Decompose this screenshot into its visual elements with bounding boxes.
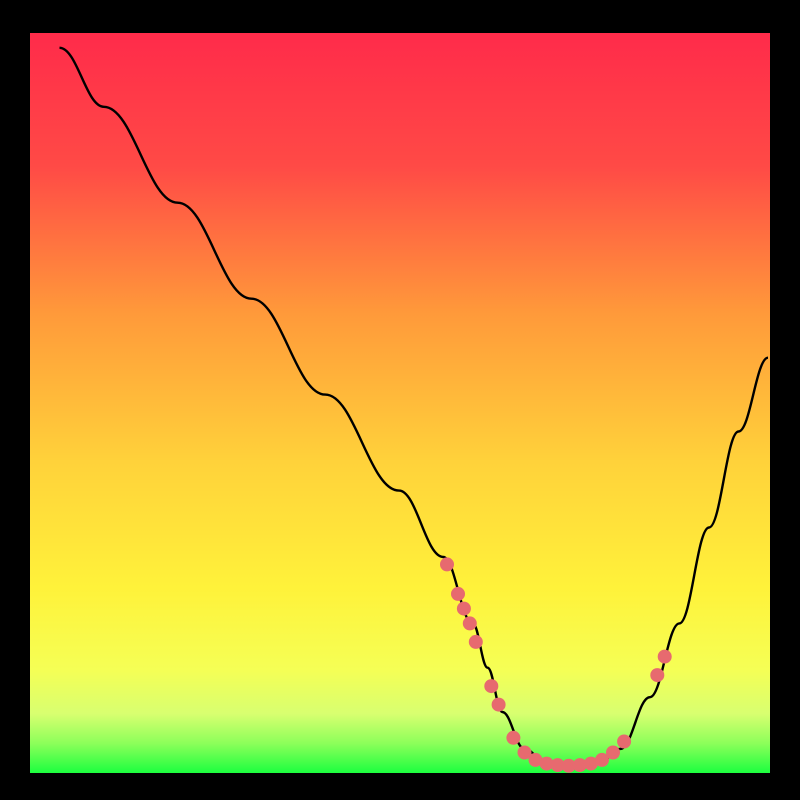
curve-marker — [492, 698, 506, 712]
curve-marker — [650, 668, 664, 682]
gradient-plot-bg — [30, 33, 770, 773]
curve-marker — [658, 650, 672, 664]
chart-canvas — [0, 0, 800, 800]
curve-marker — [506, 731, 520, 745]
curve-marker — [457, 602, 471, 616]
chart-svg — [0, 0, 800, 800]
curve-marker — [451, 587, 465, 601]
curve-marker — [440, 557, 454, 571]
curve-marker — [469, 635, 483, 649]
curve-marker — [606, 746, 620, 760]
curve-marker — [617, 735, 631, 749]
curve-marker — [463, 616, 477, 630]
curve-marker — [484, 679, 498, 693]
